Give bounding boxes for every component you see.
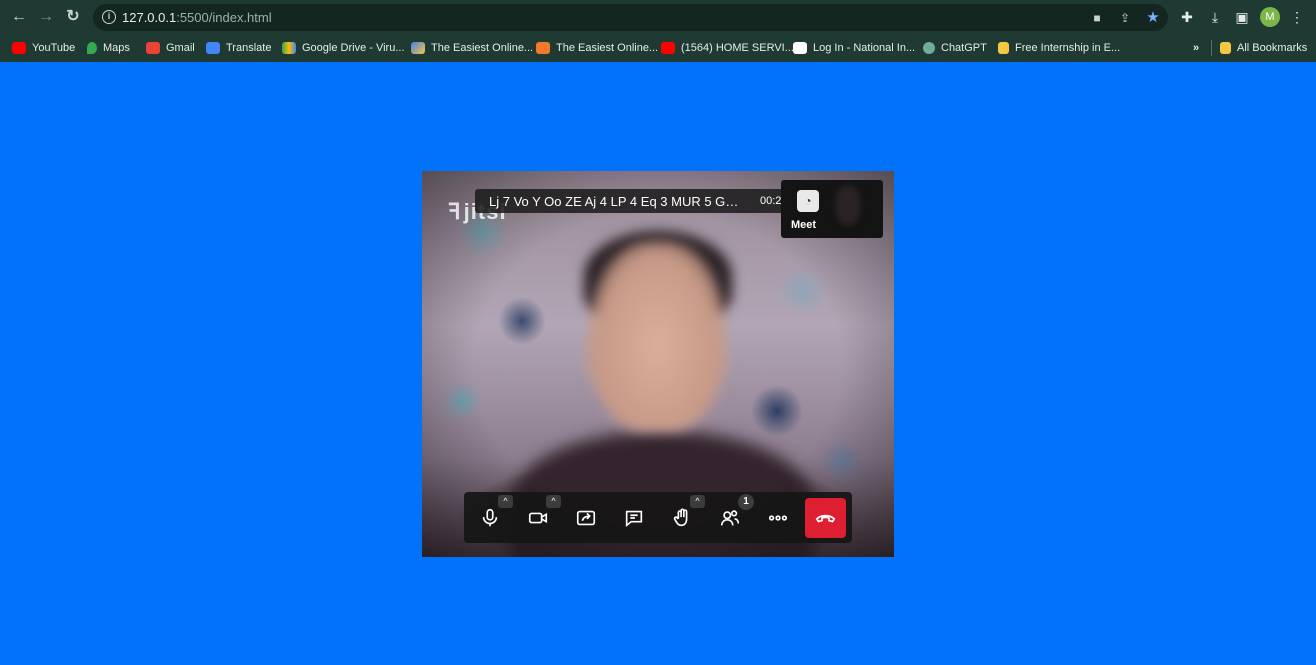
hangup-icon <box>815 514 836 523</box>
chat-icon[interactable] <box>620 504 648 532</box>
jitsi-swirl-icon: ꟻ <box>448 199 462 224</box>
bookmark-google-drive[interactable]: Google Drive - Viru... <box>282 39 405 57</box>
share-icon[interactable]: ⇪ <box>1117 10 1133 26</box>
profile-avatar[interactable]: M <box>1260 7 1280 27</box>
bookmark-home-servi[interactable]: (1564) HOME SERVI... <box>661 39 794 57</box>
youtube-icon <box>661 42 675 54</box>
bookmark-national-login[interactable]: Log In - National In... <box>793 39 915 57</box>
connection-speed-icon[interactable]: ◔ <box>797 190 819 212</box>
bookmark-translate[interactable]: Translate <box>206 39 271 57</box>
bookmark-maps[interactable]: Maps <box>87 39 130 57</box>
maps-icon <box>87 42 97 54</box>
menu-kebab-icon[interactable]: ⋮ <box>1288 8 1306 26</box>
bookmarks-separator <box>1211 40 1212 56</box>
youtube-icon <box>12 42 26 54</box>
easiest-online-icon <box>411 42 425 54</box>
bookmark-chatgpt[interactable]: ChatGPT <box>923 39 987 57</box>
bookmark-easiest-online-1[interactable]: The Easiest Online... <box>411 39 533 57</box>
url-path: :5500/index.html <box>176 10 272 25</box>
meeting-toolbox: ^ ^ ^ 1 <box>464 492 852 543</box>
folder-icon <box>1220 42 1231 54</box>
reload-icon[interactable]: ↻ <box>63 7 83 27</box>
screen-share-icon[interactable] <box>572 504 600 532</box>
bookmarks-overflow-chevron[interactable]: » <box>1193 39 1199 57</box>
google-drive-icon <box>282 42 296 54</box>
microphone-options-chevron-icon[interactable]: ^ <box>498 495 513 508</box>
easiest-online-orange-icon <box>536 42 550 54</box>
bookmark-easiest-online-2[interactable]: The Easiest Online... <box>536 39 658 57</box>
bookmark-youtube[interactable]: YouTube <box>12 39 75 57</box>
gmail-icon <box>146 42 160 54</box>
site-info-icon[interactable]: i <box>102 10 116 24</box>
microphone-icon[interactable] <box>476 504 504 532</box>
bookmark-gmail[interactable]: Gmail <box>146 39 195 57</box>
bookmark-star-icon[interactable]: ★ <box>1145 10 1161 26</box>
camera-permission-icon[interactable]: ■ <box>1089 10 1105 26</box>
side-panel-icon[interactable]: ▣ <box>1233 8 1251 26</box>
reactions-options-chevron-icon[interactable]: ^ <box>690 495 705 508</box>
bookmarks-bar: YouTube Maps Gmail Translate Google Driv… <box>0 37 1316 59</box>
bookmark-free-internship[interactable]: Free Internship in E... <box>998 39 1120 57</box>
folder-note-icon <box>998 42 1009 54</box>
browser-toolbar: ← → ↻ i 127.0.0.1:5500/index.html ■ ⇪ ★ … <box>0 0 1316 35</box>
self-view-video <box>835 185 861 225</box>
more-options-icon[interactable] <box>764 504 792 532</box>
camera-icon[interactable] <box>524 504 552 532</box>
national-logo-icon <box>793 42 807 54</box>
address-bar[interactable]: i 127.0.0.1:5500/index.html ■ ⇪ ★ <box>93 4 1168 31</box>
hangup-button[interactable] <box>805 498 846 538</box>
meeting-title-bar: Lj 7 Vo Y Oo ZE Aj 4 LP 4 Eq 3 MUR 5 Gg … <box>475 189 800 213</box>
back-arrow-icon[interactable]: ← <box>9 7 29 27</box>
participants-icon[interactable] <box>716 504 744 532</box>
camera-options-chevron-icon[interactable]: ^ <box>546 495 561 508</box>
self-view-name: Meet <box>791 219 817 231</box>
extensions-icon[interactable]: ✚ <box>1178 8 1196 26</box>
translate-icon <box>206 42 220 54</box>
url-text[interactable]: 127.0.0.1:5500/index.html <box>122 10 272 25</box>
chatgpt-icon <box>923 42 935 54</box>
download-icon[interactable]: ⤓ <box>1206 8 1224 26</box>
jitsi-meeting-frame[interactable]: ꟻ jitsi Lj 7 Vo Y Oo ZE Aj 4 LP 4 Eq 3 M… <box>422 171 894 557</box>
raise-hand-icon[interactable] <box>668 504 696 532</box>
all-bookmarks-folder[interactable]: All Bookmarks <box>1220 39 1307 57</box>
url-host: 127.0.0.1 <box>122 10 177 25</box>
participants-count-badge: 1 <box>738 494 754 510</box>
meeting-title: Lj 7 Vo Y Oo ZE Aj 4 LP 4 Eq 3 MUR 5 Gg … <box>489 194 739 209</box>
forward-arrow-icon[interactable]: → <box>36 7 56 27</box>
browser-chrome: ← → ↻ i 127.0.0.1:5500/index.html ■ ⇪ ★ … <box>0 0 1316 62</box>
